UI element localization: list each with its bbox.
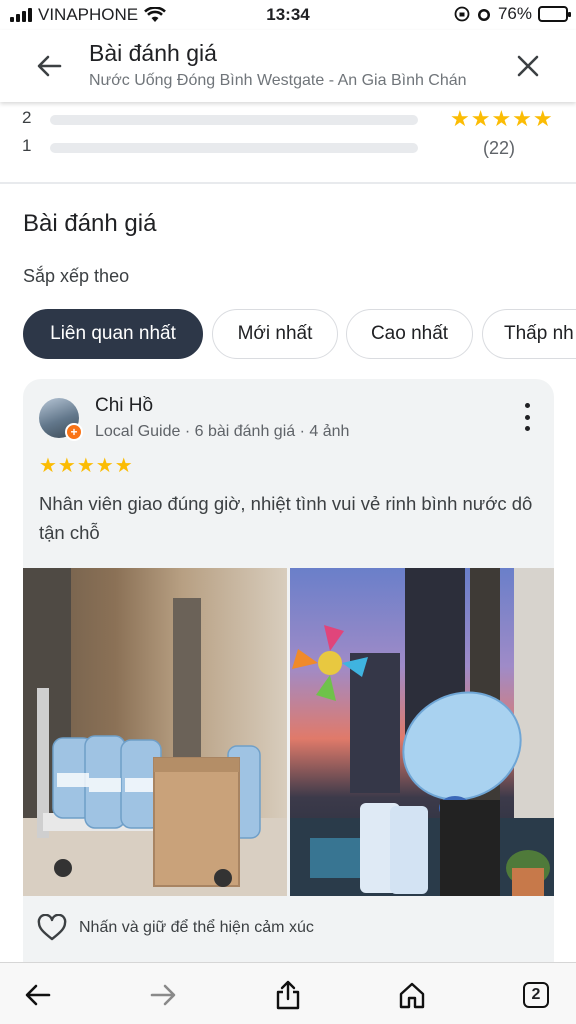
app-header: Bài đánh giá Nước Uống Đóng Bình Westgat…: [0, 30, 576, 102]
alarm-icon: [477, 9, 490, 21]
chip-most-relevant[interactable]: Liên quan nhất: [23, 309, 203, 359]
browser-toolbar: 2: [0, 962, 576, 1024]
page-title: Bài đánh giá: [89, 40, 217, 66]
tabs-icon[interactable]: 2: [520, 979, 552, 1011]
water-bottles-cart-image: [23, 568, 287, 896]
more-vert-icon[interactable]: [522, 403, 532, 431]
reaction-row[interactable]: Nhấn và giữ để thể hiện cảm xúc: [37, 914, 314, 942]
home-icon[interactable]: [396, 979, 428, 1011]
reviews-section-title: Bài đánh giá: [23, 210, 157, 237]
avatar[interactable]: +: [39, 398, 83, 441]
battery-icon: [538, 6, 571, 22]
chip-lowest[interactable]: Thấp nh: [482, 309, 576, 359]
reaction-hint: Nhấn và giữ để thể hiện cảm xúc: [79, 919, 314, 936]
rating-row-bar: [50, 115, 418, 125]
tab-count: 2: [523, 982, 549, 1008]
review-photo[interactable]: [290, 568, 554, 896]
heart-icon[interactable]: [37, 914, 67, 942]
rating-row-label: 2: [22, 108, 32, 127]
rating-row-bar: [50, 143, 418, 153]
water-dispenser-window-image: [290, 568, 554, 896]
back-arrow-icon[interactable]: [30, 50, 70, 82]
review-card: + Chi Hồ Local Guide · 6 bài đánh giá · …: [23, 379, 554, 979]
rating-row-label: 1: [22, 136, 32, 155]
sort-chips: Liên quan nhất Mới nhất Cao nhất Thấp nh: [23, 309, 576, 359]
review-stars: ★★★★★: [39, 455, 134, 477]
overall-stars: ★★★★★: [450, 106, 554, 131]
place-name: Nước Uống Đóng Bình Westgate - An Gia Bì…: [89, 72, 467, 89]
status-right: 76%: [454, 4, 571, 24]
close-icon[interactable]: [514, 52, 542, 80]
review-count: (22): [483, 138, 516, 158]
chip-newest[interactable]: Mới nhất: [212, 309, 338, 359]
local-guide-badge-icon: +: [65, 423, 83, 441]
battery-percent: 76%: [497, 4, 532, 23]
section-divider: [0, 182, 576, 184]
review-photo[interactable]: [23, 568, 287, 896]
sort-label: Sắp xếp theo: [23, 266, 130, 286]
orientation-lock-icon: [454, 6, 470, 22]
reviewer-name[interactable]: Chi Hồ: [95, 395, 153, 417]
share-icon[interactable]: [272, 979, 304, 1011]
status-bar: VINAPHONE 13:34 76%: [0, 0, 576, 30]
browser-back-icon[interactable]: [22, 979, 54, 1011]
reviewer-meta: Local Guide · 6 bài đánh giá · 4 ảnh: [95, 423, 350, 440]
browser-forward-icon[interactable]: [147, 979, 179, 1011]
chip-highest[interactable]: Cao nhất: [346, 309, 473, 359]
review-text: Nhân viên giao đúng giờ, nhiệt tình vui …: [39, 493, 533, 543]
